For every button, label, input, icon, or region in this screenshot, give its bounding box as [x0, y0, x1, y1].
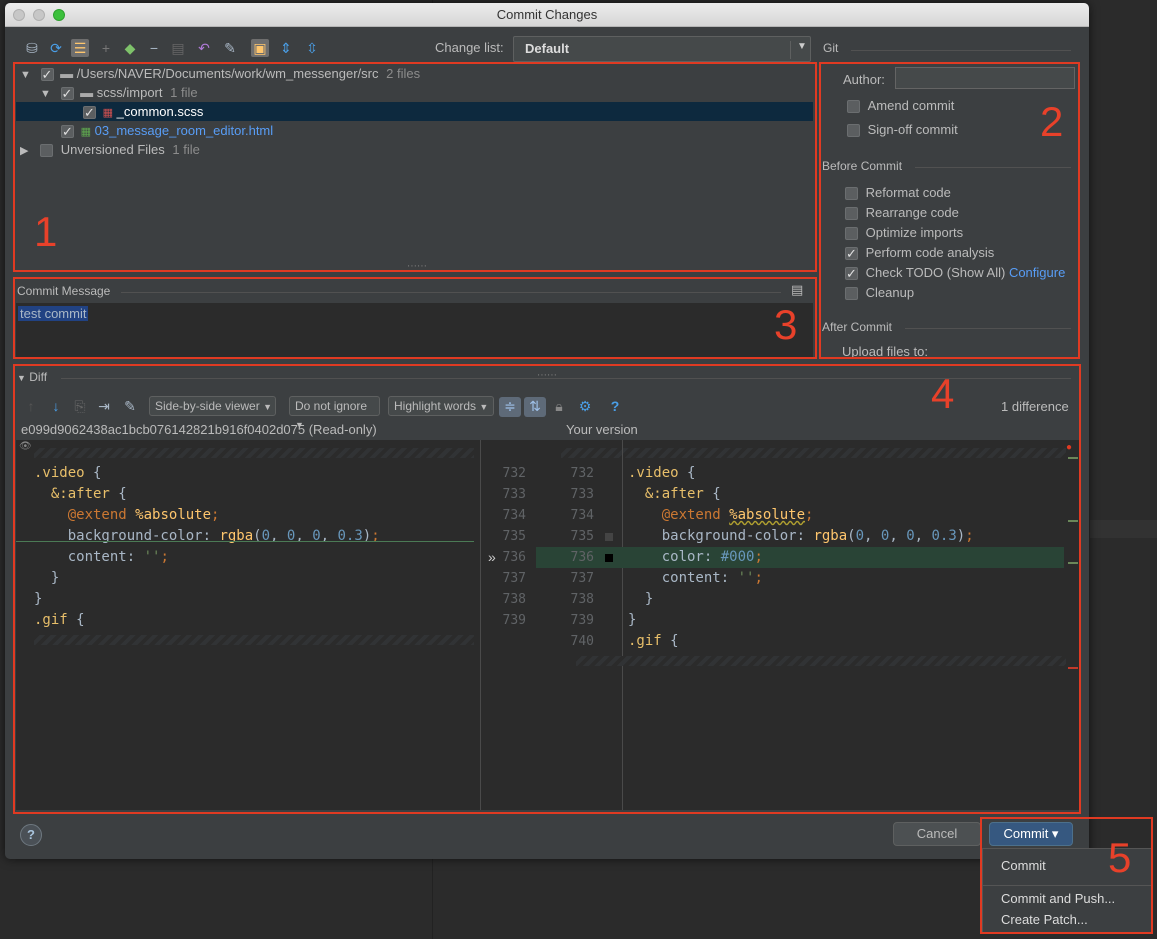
chevron-down-icon: ▼: [797, 41, 807, 52]
annotation-box-1: [13, 62, 817, 272]
annotation-number-3: 3: [774, 301, 798, 348]
annotation-box-4: [13, 364, 1081, 814]
group-icon[interactable]: ☰: [71, 39, 89, 57]
changelist-select[interactable]: Default ▼: [513, 36, 811, 62]
window-title: Commit Changes: [496, 7, 598, 22]
remove-icon[interactable]: −: [145, 39, 163, 57]
cancel-button[interactable]: Cancel: [893, 822, 981, 846]
add-icon[interactable]: +: [97, 39, 115, 57]
collapse-all-icon[interactable]: ⇳: [303, 39, 321, 57]
annotation-number-5: 5: [1108, 834, 1132, 881]
rollback-icon[interactable]: ↶: [195, 39, 213, 57]
changelist-label: Change list:: [435, 40, 504, 55]
title-bar: Commit Changes: [5, 3, 1089, 27]
annotation-box-3: [13, 277, 817, 359]
shelf-icon[interactable]: ▤: [169, 39, 187, 57]
close-window-button[interactable]: [13, 9, 25, 21]
refresh-icon[interactable]: ⟳: [47, 39, 65, 57]
move-icon[interactable]: ◆: [121, 39, 139, 57]
annotation-number-2: 2: [1040, 98, 1064, 145]
folder-icon[interactable]: ▣: [251, 39, 269, 57]
annotation-number-4: 4: [931, 370, 955, 417]
changelist-value: Default: [525, 41, 570, 56]
vcs-icon[interactable]: ⛁: [23, 39, 41, 57]
minimize-window-button[interactable]: [33, 9, 45, 21]
select-divider: [790, 41, 791, 59]
help-button[interactable]: ?: [20, 824, 42, 846]
git-separator: [851, 50, 1071, 51]
annotation-number-1: 1: [34, 208, 58, 255]
expand-all-icon[interactable]: ⇕: [277, 39, 295, 57]
edit-source-icon[interactable]: ✎: [221, 39, 239, 57]
background-band: [1090, 520, 1157, 538]
git-section-label: Git: [823, 41, 839, 55]
maximize-window-button[interactable]: [53, 9, 65, 21]
